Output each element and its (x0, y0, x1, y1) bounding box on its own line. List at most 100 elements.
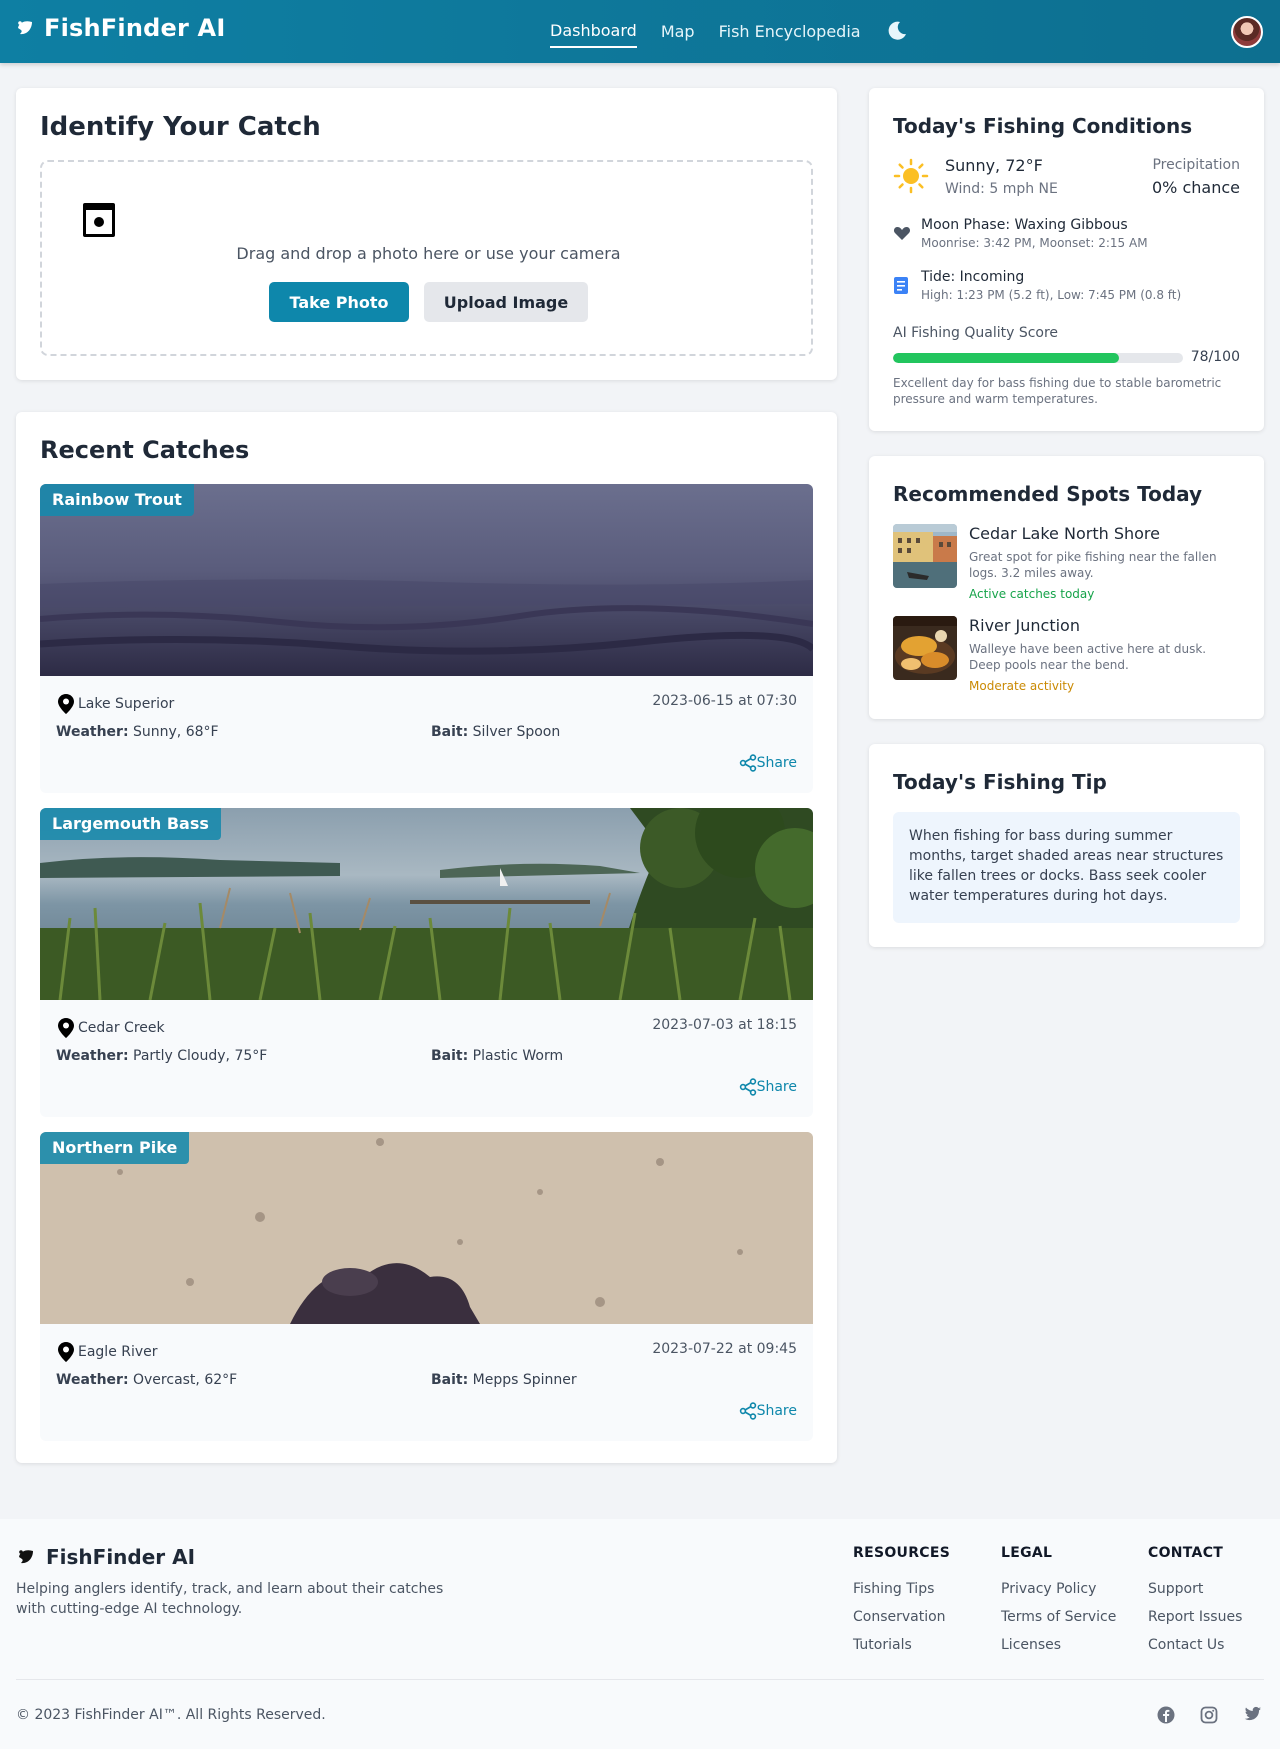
catch-location-text: Lake Superior (78, 696, 175, 712)
photo-dropzone[interactable]: Drag and drop a photo here or use your c… (40, 160, 813, 356)
catch-weather: Weather: Overcast, 62°F (56, 1372, 237, 1388)
footer-brand-name: FishFinder AI (46, 1545, 196, 1569)
app-logo[interactable]: FishFinder AI (16, 14, 225, 42)
share-label: Share (756, 1079, 797, 1095)
recommended-spots-card: Recommended Spots Today Cedar Lake North… (869, 456, 1264, 719)
app-name: FishFinder AI (44, 14, 226, 42)
fishing-tip-card: Today's Fishing Tip When fishing for bas… (869, 744, 1264, 947)
camera-icon (83, 203, 115, 237)
facebook-icon[interactable] (1157, 1706, 1175, 1724)
footer-divider (16, 1679, 1264, 1680)
wind-info: Wind: 5 mph NE (945, 181, 1058, 197)
tip-text: When fishing for bass during summer mont… (893, 812, 1240, 923)
bait-value: Mepps Spinner (472, 1372, 577, 1388)
bait-label: Bait: (431, 1372, 469, 1388)
moon-phase: Moon Phase: Waxing Gibbous (921, 217, 1128, 233)
footer-link-terms-of-service[interactable]: Terms of Service (1001, 1603, 1116, 1631)
nav-fish-encyclopedia[interactable]: Fish Encyclopedia (719, 16, 861, 47)
spot-thumbnail (893, 524, 957, 588)
footer-link-contact-us[interactable]: Contact Us (1148, 1631, 1242, 1659)
quality-score-label: AI Fishing Quality Score (893, 325, 1059, 341)
nav-dashboard[interactable]: Dashboard (550, 15, 637, 48)
share-button[interactable]: Share (739, 754, 797, 772)
fish-icon (19, 1550, 33, 1564)
share-icon (739, 1078, 756, 1096)
spot-name: River Junction (969, 616, 1080, 635)
footer-brand[interactable]: FishFinder AI (16, 1545, 195, 1569)
weather-label: Weather: (56, 724, 129, 740)
precipitation-label: Precipitation (1152, 157, 1240, 173)
catch-item[interactable]: Northern Pike Eagle River 2023-07-22 at … (40, 1132, 813, 1441)
footer-heading: LEGAL (1001, 1545, 1053, 1561)
share-button[interactable]: Share (739, 1078, 797, 1096)
footer-link-conservation[interactable]: Conservation (853, 1603, 950, 1631)
take-photo-button[interactable]: Take Photo (269, 282, 409, 322)
tide-times: High: 1:23 PM (5.2 ft), Low: 7:45 PM (0.… (921, 288, 1182, 302)
tide-status: Tide: Incoming (921, 269, 1025, 285)
dark-mode-moon-icon[interactable] (886, 20, 908, 42)
share-button[interactable]: Share (739, 1402, 797, 1420)
recent-catches-title: Recent Catches (40, 436, 250, 464)
share-label: Share (756, 1403, 797, 1419)
fishing-conditions-card: Today's Fishing Conditions Sunny, 72°F W… (869, 88, 1264, 431)
spot-status: Moderate activity (969, 679, 1075, 693)
catch-location: Lake Superior (58, 694, 174, 714)
precipitation-value: 0% chance (1152, 178, 1240, 197)
catch-bait: Bait: Plastic Worm (431, 1048, 563, 1064)
footer-link-fishing-tips[interactable]: Fishing Tips (853, 1575, 950, 1603)
identify-title: Identify Your Catch (40, 112, 321, 142)
footer-description: Helping anglers identify, track, and lea… (16, 1581, 444, 1617)
catch-item[interactable]: Largemouth Bass Cedar Creek 2023-07-03 a… (40, 808, 813, 1117)
instagram-icon[interactable] (1200, 1706, 1218, 1724)
footer-link-privacy-policy[interactable]: Privacy Policy (1001, 1575, 1116, 1603)
catch-species-tag: Largemouth Bass (40, 808, 221, 840)
weather-value: Sunny, 68°F (133, 724, 219, 740)
catch-weather: Weather: Partly Cloudy, 75°F (56, 1048, 267, 1064)
catch-location-text: Cedar Creek (78, 1020, 165, 1036)
footer-column-resources: RESOURCES Fishing Tips Conservation Tuto… (853, 1545, 950, 1659)
footer-column-contact: CONTACT Support Report Issues Contact Us (1148, 1545, 1242, 1659)
identify-catch-card: Identify Your Catch Drag and drop a phot… (16, 88, 837, 380)
moon-times: Moonrise: 3:42 PM, Moonset: 2:15 AM (921, 236, 1148, 250)
recent-catches-card: Recent Catches Rainbow Trout Lake Superi… (16, 412, 837, 1463)
sun-icon (893, 158, 929, 194)
bait-label: Bait: (431, 724, 469, 740)
conditions-title: Today's Fishing Conditions (893, 114, 1193, 138)
weather-value: Overcast, 62°F (133, 1372, 238, 1388)
share-label: Share (756, 755, 797, 771)
twitter-icon[interactable] (1244, 1706, 1262, 1722)
copyright: © 2023 FishFinder AI™. All Rights Reserv… (16, 1707, 326, 1723)
footer-link-support[interactable]: Support (1148, 1575, 1242, 1603)
moon-phase-icon (893, 227, 911, 240)
catch-location: Cedar Creek (58, 1018, 165, 1038)
weather-label: Weather: (56, 1372, 129, 1388)
nav-map[interactable]: Map (661, 16, 695, 47)
weather-summary: Sunny, 72°F (945, 156, 1043, 175)
quality-score-value: 78/100 (1190, 349, 1240, 365)
catch-species-tag: Rainbow Trout (40, 484, 194, 516)
user-avatar[interactable] (1231, 16, 1263, 48)
weather-value: Partly Cloudy, 75°F (133, 1048, 268, 1064)
footer-link-licenses[interactable]: Licenses (1001, 1631, 1116, 1659)
footer-link-report-issues[interactable]: Report Issues (1148, 1603, 1242, 1631)
catch-item[interactable]: Rainbow Trout Lake Superior 2023-06-15 a… (40, 484, 813, 793)
catch-weather: Weather: Sunny, 68°F (56, 724, 219, 740)
spots-title: Recommended Spots Today (893, 482, 1203, 506)
map-pin-icon (58, 1018, 74, 1038)
catch-species-tag: Northern Pike (40, 1132, 190, 1164)
spot-status: Active catches today (969, 587, 1095, 601)
share-icon (739, 1402, 756, 1420)
catch-location: Eagle River (58, 1342, 158, 1362)
catch-bait: Bait: Mepps Spinner (431, 1372, 577, 1388)
quality-score-fill (893, 353, 1120, 363)
catch-date: 2023-06-15 at 07:30 (652, 693, 797, 709)
page-footer: FishFinder AI Helping anglers identify, … (0, 1519, 1280, 1749)
catch-date: 2023-07-22 at 09:45 (652, 1341, 797, 1357)
quality-score-note: Excellent day for bass fishing due to st… (893, 376, 1222, 406)
weather-label: Weather: (56, 1048, 129, 1064)
fish-icon (18, 21, 32, 35)
upload-image-button[interactable]: Upload Image (424, 282, 588, 322)
catch-date: 2023-07-03 at 18:15 (652, 1017, 797, 1033)
footer-link-tutorials[interactable]: Tutorials (853, 1631, 950, 1659)
quality-score-bar (893, 353, 1183, 363)
